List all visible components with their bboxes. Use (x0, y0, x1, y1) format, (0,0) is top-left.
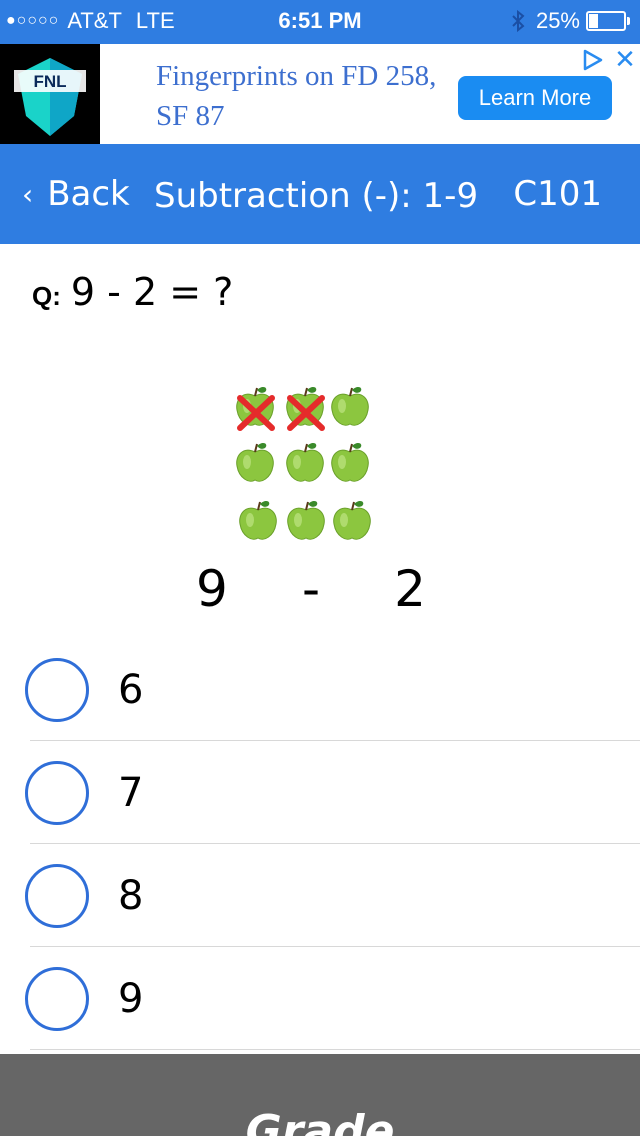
ad-logo[interactable]: FNL (0, 44, 100, 144)
ad-text[interactable]: Fingerprints on FD 258, SF 87 (156, 56, 446, 136)
apple-icon (330, 385, 370, 427)
battery-fill (589, 14, 598, 28)
status-bar: ●○○○○ AT&T LTE 6:51 PM 25% (0, 0, 640, 44)
bluetooth-icon (512, 9, 525, 33)
radio-button[interactable] (25, 967, 89, 1031)
answer-label: 6 (118, 667, 144, 713)
apple-icon (238, 499, 278, 541)
answer-label: 9 (118, 976, 144, 1022)
apple-icon (235, 441, 275, 483)
apple-icon (285, 385, 325, 427)
learn-more-button[interactable]: Learn More (458, 76, 612, 120)
apple-icon (286, 499, 326, 541)
adchoices-icon[interactable] (580, 48, 604, 72)
answer-label: 7 (118, 770, 144, 816)
answer-option[interactable]: 6 (0, 641, 640, 741)
radio-button[interactable] (25, 864, 89, 928)
answer-option[interactable]: 7 (0, 744, 640, 844)
battery-icon (586, 11, 626, 31)
divider (30, 843, 640, 844)
apples-illustration (235, 385, 372, 541)
divider (30, 1049, 640, 1050)
back-button[interactable]: ‹ Back (22, 174, 130, 214)
radio-button[interactable] (25, 658, 89, 722)
divider (30, 740, 640, 741)
answer-option[interactable]: 8 (0, 847, 640, 947)
divider (30, 946, 640, 947)
ad-logo-text: FNL (33, 72, 66, 91)
apple-row-3 (238, 499, 372, 541)
grade-button[interactable]: Grade (0, 1054, 640, 1136)
grade-label: Grade (245, 1106, 395, 1136)
subtrahend: 2 (394, 560, 426, 618)
shield-logo-icon: FNL (14, 58, 86, 136)
chevron-left-icon: ‹ (22, 177, 34, 211)
nav-bar: ‹ Back Subtraction (-): 1-9 C101 (0, 144, 640, 244)
radio-button[interactable] (25, 761, 89, 825)
operator: - (301, 560, 321, 618)
answer-option[interactable]: 9 (0, 950, 640, 1050)
minuend: 9 (196, 560, 228, 618)
answer-label: 8 (118, 873, 144, 919)
question-text: 9 - 2 = ? (70, 270, 234, 314)
illustration-equation: 9 - 2 (196, 560, 426, 618)
apple-icon (332, 499, 372, 541)
page-title: Subtraction (-): 1-9 (154, 176, 479, 216)
status-right: 25% (510, 8, 630, 34)
battery-tip (627, 17, 630, 25)
apple-icon (330, 441, 370, 483)
question: Q: 9 - 2 = ? (32, 270, 233, 314)
apple-icon (235, 385, 275, 427)
battery-percent: 25% (535, 8, 580, 33)
question-prefix: Q: (32, 281, 61, 311)
ad-banner[interactable]: FNL Fingerprints on FD 258, SF 87 Learn … (0, 44, 640, 145)
apple-row-2 (235, 441, 370, 483)
lesson-code: C101 (513, 174, 602, 214)
apple-icon (285, 441, 325, 483)
back-label: Back (47, 174, 130, 214)
ad-close-icon[interactable]: ✕ (612, 46, 638, 72)
